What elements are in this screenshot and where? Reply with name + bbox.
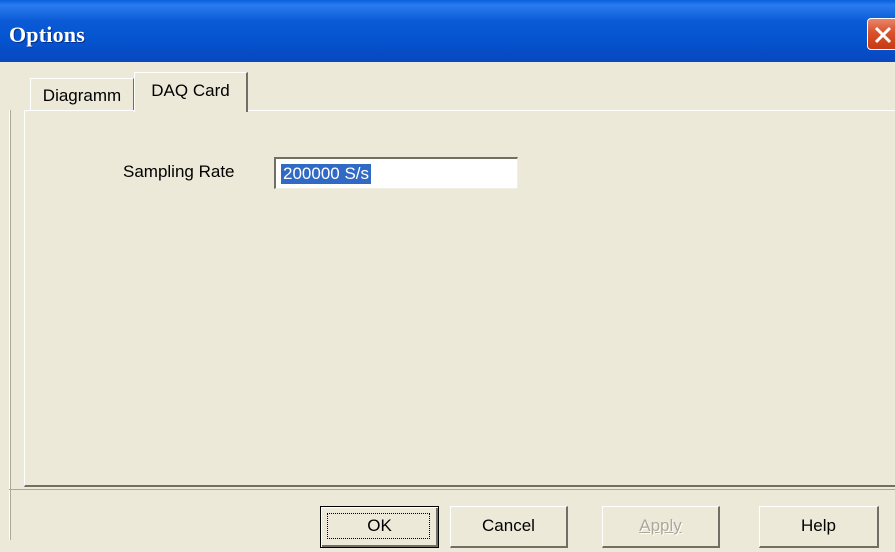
- focus-rect: [327, 513, 430, 539]
- tab-daq-card[interactable]: DAQ Card: [134, 72, 248, 112]
- tab-daq-card-label: DAQ Card: [151, 81, 230, 100]
- cancel-button-label: Cancel: [482, 516, 535, 535]
- help-button[interactable]: Help: [759, 506, 879, 548]
- sampling-rate-input[interactable]: 200000 S/s: [274, 157, 518, 189]
- options-dialog: Options Diagramm DAQ Card Sampling Rate …: [0, 0, 895, 552]
- help-button-label: Help: [801, 516, 836, 535]
- apply-button[interactable]: Apply: [602, 506, 720, 548]
- sampling-rate-label: Sampling Rate: [123, 162, 235, 181]
- cancel-button[interactable]: Cancel: [450, 506, 568, 548]
- apply-button-label: Apply: [639, 516, 682, 535]
- ok-button[interactable]: OK: [320, 506, 439, 548]
- sampling-rate-value: 200000 S/s: [281, 164, 372, 184]
